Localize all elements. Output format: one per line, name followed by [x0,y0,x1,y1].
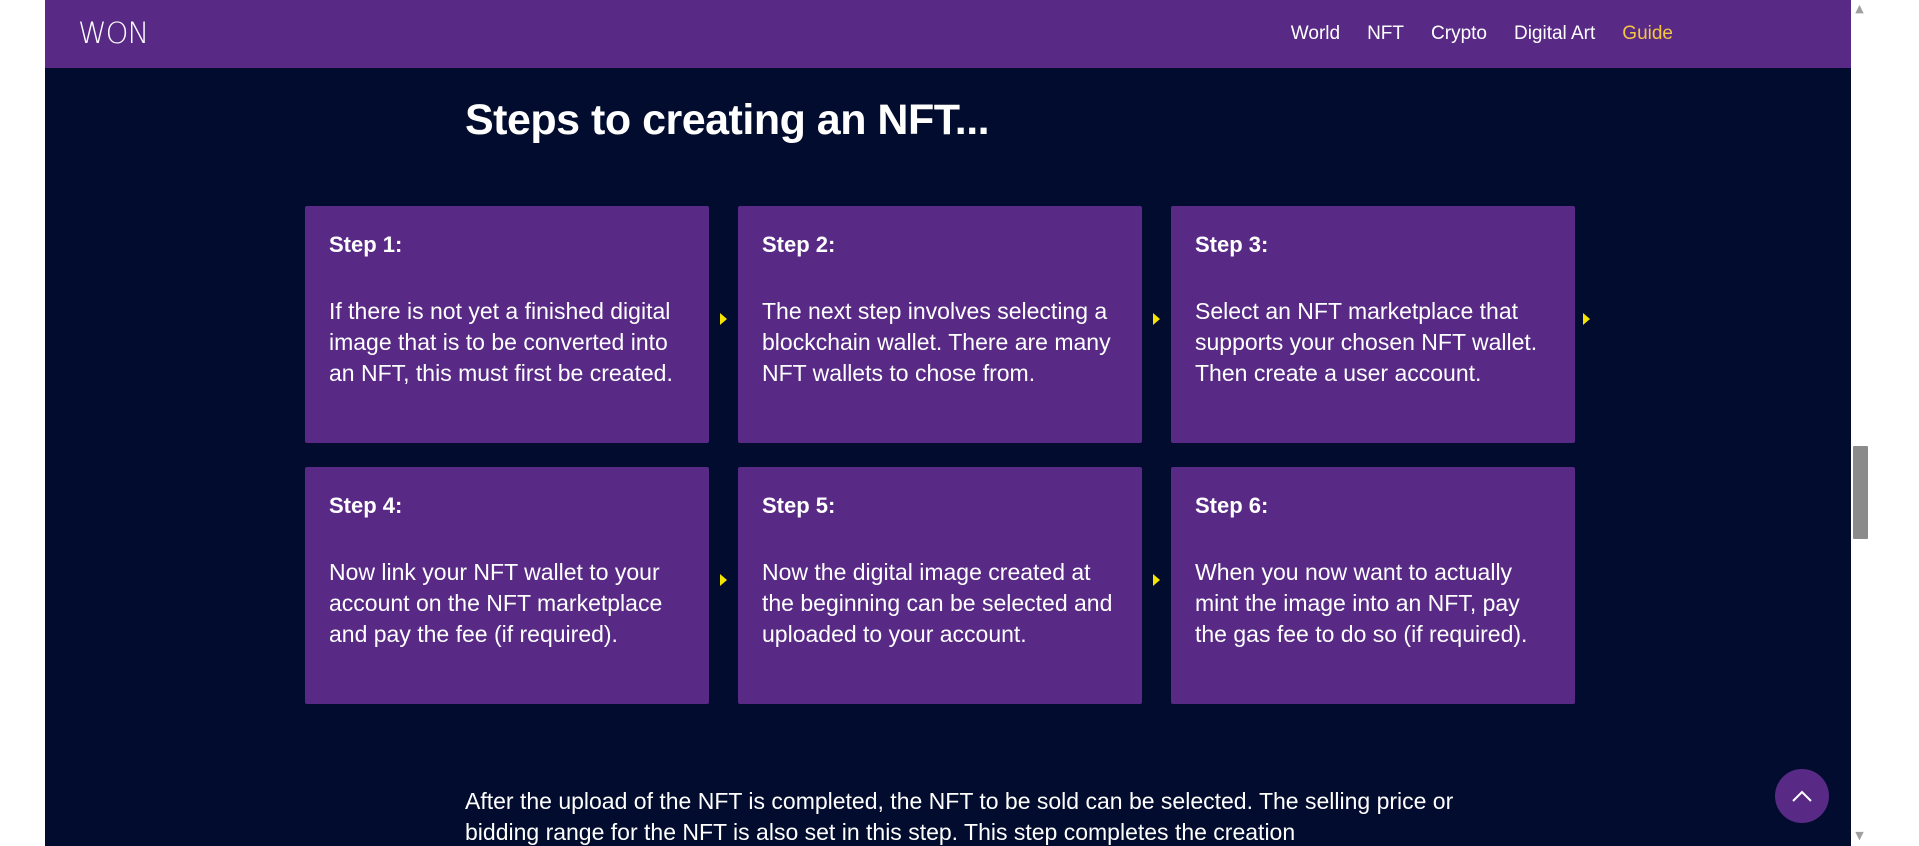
step-title: Step 6: [1195,493,1269,518]
page-heading: Steps to creating an NFT... [465,96,990,144]
nav-link-nft[interactable]: NFT [1367,23,1404,45]
step-title: Step 5: [762,493,836,518]
nav-link-guide[interactable]: Guide [1622,23,1673,45]
vertical-scrollbar[interactable]: ▲ ▼ [1851,0,1868,846]
body-paragraph: After the upload of the NFT is completed… [465,788,1454,845]
triangle-right-icon [720,313,727,325]
step-text: Now link your NFT wallet to your account… [329,559,663,647]
step-title: Step 4: [329,493,403,518]
triangle-right-icon [1153,313,1160,325]
step-card-6: Step 6: When you now want to actually mi… [1171,467,1575,704]
site-logo[interactable]: WON [78,16,149,50]
step-card-2: Step 2: The next step involves selecting… [738,206,1142,443]
page: WON World NFT Crypto Digital Art Guide S… [45,0,1851,846]
nav-link-world[interactable]: World [1291,23,1340,45]
triangle-right-icon [720,574,727,586]
step-title: Step 1: [329,232,403,257]
triangle-right-icon [1153,574,1160,586]
step-card-3: Step 3: Select an NFT marketplace that s… [1171,206,1575,443]
scrollbar-thumb[interactable] [1853,446,1868,539]
step-card-1: Step 1: If there is not yet a finished d… [305,206,709,443]
triangle-right-icon [1583,313,1590,325]
scroll-to-top-button[interactable] [1775,769,1829,823]
nav-link-digital-art[interactable]: Digital Art [1514,23,1595,45]
scroll-up-arrow-icon[interactable]: ▲ [1854,3,1865,14]
nav-link-crypto[interactable]: Crypto [1431,23,1487,45]
step-title: Step 2: [762,232,836,257]
step-card-4: Step 4: Now link your NFT wallet to your… [305,467,709,704]
step-text: Now the digital image created at the beg… [762,559,1113,647]
step-text: The next step involves selecting a block… [762,298,1111,386]
step-text: Select an NFT marketplace that supports … [1195,298,1538,386]
step-card-5: Step 5: Now the digital image created at… [738,467,1142,704]
main-nav: World NFT Crypto Digital Art Guide [1291,0,1673,68]
chevron-up-icon [1792,790,1812,802]
step-title: Step 3: [1195,232,1269,257]
top-navbar: WON World NFT Crypto Digital Art Guide [45,0,1851,68]
step-text: When you now want to actually mint the i… [1195,559,1528,647]
step-text: If there is not yet a finished digital i… [329,298,673,386]
scroll-down-arrow-icon[interactable]: ▼ [1854,830,1865,841]
